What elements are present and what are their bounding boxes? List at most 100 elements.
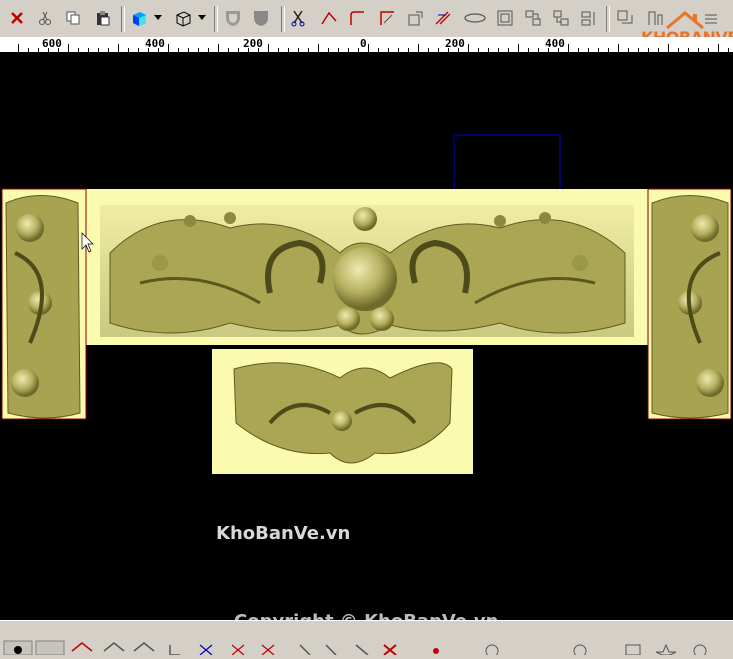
ruler-tick xyxy=(678,48,679,52)
scissors-curve-icon[interactable] xyxy=(288,7,310,29)
ruler-tick xyxy=(38,48,39,52)
blue-selection-box xyxy=(453,134,561,192)
ruler-tick xyxy=(418,44,419,52)
shield-solid-icon[interactable] xyxy=(250,7,272,29)
ruler-tick xyxy=(18,44,19,52)
dropdown-arrow-icon[interactable] xyxy=(196,7,208,29)
ruler-tick xyxy=(228,48,229,52)
line-join-icon[interactable] xyxy=(318,7,340,29)
offset-icon[interactable] xyxy=(404,7,426,29)
ruler-tick xyxy=(98,48,99,52)
ruler-label: 200 xyxy=(445,37,465,50)
ruler-tick xyxy=(68,44,69,52)
cut-icon[interactable] xyxy=(34,7,56,29)
align1-icon[interactable] xyxy=(522,7,544,29)
ruler-tick xyxy=(28,48,29,52)
ruler-tick xyxy=(668,44,669,52)
ruler-tick xyxy=(298,48,299,52)
ruler-tick xyxy=(408,48,409,52)
ruler-tick xyxy=(108,48,109,52)
ruler-tick xyxy=(278,48,279,52)
ruler-tick xyxy=(608,48,609,52)
ruler-tick xyxy=(128,48,129,52)
ruler-tick xyxy=(468,44,469,52)
ruler-tick xyxy=(428,48,429,52)
ruler-tick xyxy=(638,48,639,52)
ruler-tick xyxy=(338,48,339,52)
ruler-tick xyxy=(618,44,619,52)
ruler-tick xyxy=(658,48,659,52)
bottom-toolbar-icons[interactable] xyxy=(0,621,733,658)
paste-icon[interactable] xyxy=(92,7,114,29)
layout1-icon[interactable] xyxy=(614,7,636,29)
dropdown-arrow-icon[interactable] xyxy=(152,7,164,29)
ruler-tick xyxy=(588,48,589,52)
ruler-tick xyxy=(698,48,699,52)
left-relief-panel[interactable] xyxy=(1,188,87,420)
ruler-tick xyxy=(168,44,169,52)
shield-outline-icon[interactable] xyxy=(222,7,244,29)
ruler-tick xyxy=(518,44,519,52)
ruler-tick xyxy=(318,44,319,52)
ruler-tick xyxy=(188,48,189,52)
ruler-tick xyxy=(598,48,599,52)
ellipse-icon[interactable] xyxy=(462,7,488,29)
ruler-label: 600 xyxy=(42,37,62,50)
khobanve-logo: KHOBANVE xyxy=(637,10,733,47)
ruler-label: 400 xyxy=(145,37,165,50)
ruler-tick xyxy=(138,48,139,52)
frame-icon[interactable] xyxy=(494,7,516,29)
main-toolbar: KHOBANVE xyxy=(0,0,733,47)
ruler-tick xyxy=(358,48,359,52)
ruler-tick xyxy=(568,44,569,52)
relief-canvas[interactable] xyxy=(0,53,733,620)
ruler-label: 200 xyxy=(243,37,263,50)
align2-icon[interactable] xyxy=(550,7,572,29)
align3-icon[interactable] xyxy=(578,7,600,29)
ruler-tick xyxy=(88,48,89,52)
copyright-watermark: Copyright © KhoBanVe.vn xyxy=(234,611,498,620)
ruler-tick xyxy=(78,48,79,52)
ruler-tick xyxy=(208,48,209,52)
ruler-tick xyxy=(178,48,179,52)
ruler-tick xyxy=(688,48,689,52)
main-relief-panel[interactable] xyxy=(86,189,648,345)
ruler-tick xyxy=(538,48,539,52)
3d-viewport[interactable]: KhoBanVe.vn Copyright © KhoBanVe.vn xyxy=(0,53,733,620)
horizontal-ruler: 600 400 200 0 200 400 xyxy=(0,37,733,53)
ruler-label: 400 xyxy=(545,37,565,50)
cube-wire-icon[interactable] xyxy=(172,7,194,29)
ruler-tick xyxy=(198,48,199,52)
tool-icon xyxy=(133,642,155,652)
ruler-tick xyxy=(268,44,269,52)
ruler-tick xyxy=(398,48,399,52)
ruler-tick xyxy=(508,48,509,52)
ruler-tick xyxy=(328,48,329,52)
ruler-tick xyxy=(438,48,439,52)
copy-icon[interactable] xyxy=(62,7,84,29)
trim-icon[interactable] xyxy=(432,7,454,29)
ruler-tick xyxy=(288,48,289,52)
ruler-tick xyxy=(478,48,479,52)
corner-icon[interactable] xyxy=(346,7,368,29)
ruler-tick xyxy=(498,48,499,52)
ruler-tick xyxy=(708,48,709,52)
lower-relief-panel[interactable] xyxy=(212,349,473,474)
ruler-tick xyxy=(718,44,719,52)
right-relief-panel[interactable] xyxy=(647,188,732,420)
ruler-tick xyxy=(348,48,349,52)
corner2-icon[interactable] xyxy=(376,7,398,29)
tool-icon xyxy=(71,642,93,652)
bottom-toolbar xyxy=(0,620,733,658)
cube-color-icon[interactable] xyxy=(128,7,150,29)
ruler-tick xyxy=(728,48,729,52)
ruler-tick xyxy=(578,48,579,52)
ruler-tick xyxy=(218,44,219,52)
ruler-tick xyxy=(118,44,119,52)
ruler-tick xyxy=(528,48,529,52)
tool-icon xyxy=(103,642,125,652)
ruler-tick xyxy=(388,48,389,52)
ruler-tick xyxy=(648,48,649,52)
close-x-icon[interactable] xyxy=(6,7,28,29)
ruler-tick xyxy=(308,48,309,52)
